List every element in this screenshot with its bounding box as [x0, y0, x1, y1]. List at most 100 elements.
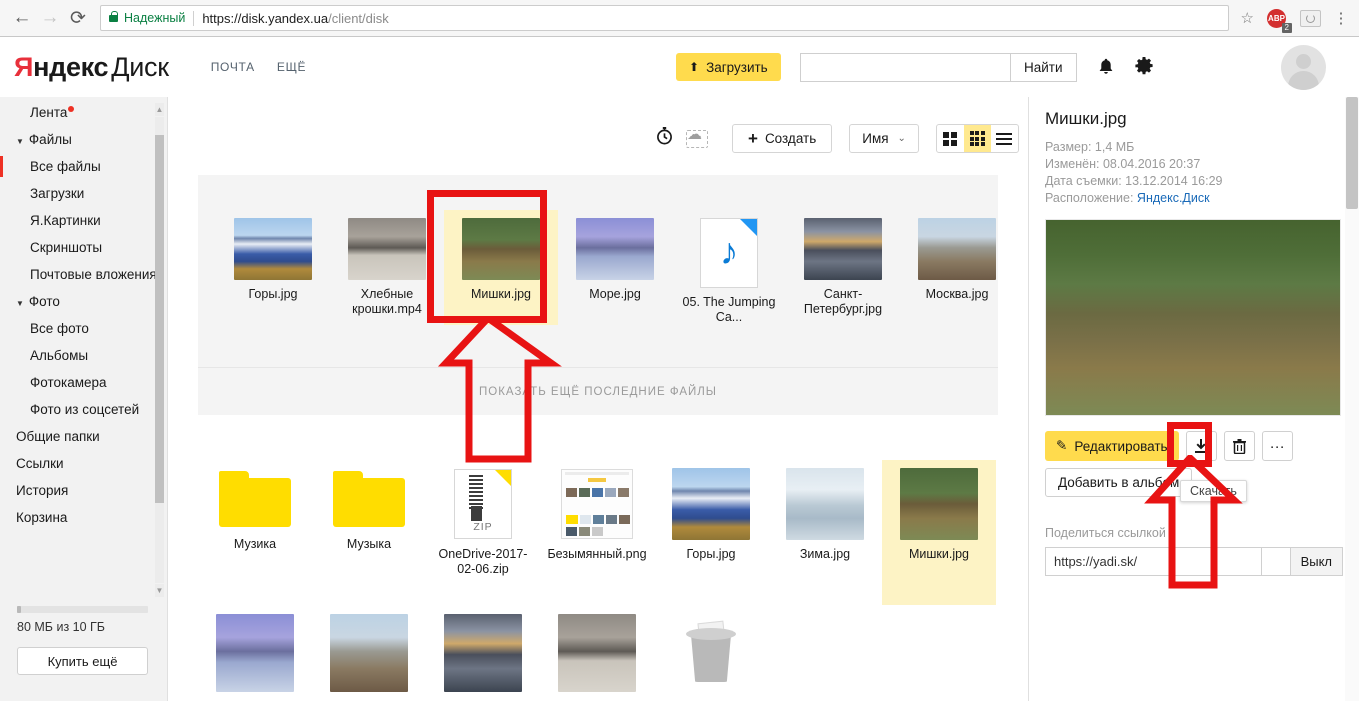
sidebar-item-trash[interactable]: Корзина: [0, 504, 167, 531]
thumbnail: [918, 218, 996, 280]
file-name: Хлебные крошки.mp4: [352, 287, 422, 316]
yandex-disk-logo[interactable]: Яндекс Диск: [14, 52, 169, 83]
sidebar-group-photo[interactable]: ▼ Фото: [0, 288, 167, 315]
scroll-up-arrow-icon[interactable]: ▲: [155, 103, 164, 116]
file-tile[interactable]: Безымянный.png: [540, 460, 654, 605]
view-list-button[interactable]: [991, 125, 1018, 152]
create-button[interactable]: + Создать: [732, 124, 833, 153]
files-row-3: [198, 605, 768, 693]
sidebar-item-camera[interactable]: Фотокамера: [0, 369, 167, 396]
file-name: OneDrive-2017-02-06.zip: [438, 547, 528, 576]
thumbnail: ♪: [690, 218, 768, 288]
file-tile[interactable]: ♪ 05. The Jumping Ca...: [672, 210, 786, 325]
file-tile[interactable]: Горы.jpg: [216, 210, 330, 325]
sidebar-item-all-photos[interactable]: Все фото: [0, 315, 167, 342]
image-mountains-icon: [672, 468, 750, 540]
search-input[interactable]: [800, 53, 1010, 82]
sidebar-item-downloads[interactable]: Загрузки: [0, 180, 167, 207]
detail-location-link[interactable]: Яндекс.Диск: [1137, 191, 1210, 205]
sidebar-item-all-files[interactable]: Все файлы: [0, 153, 167, 180]
more-actions-button[interactable]: ···: [1261, 431, 1293, 461]
nav-link-mail[interactable]: ПОЧТА: [211, 60, 255, 74]
share-off-button[interactable]: Выкл: [1290, 547, 1343, 576]
file-tile[interactable]: [312, 605, 426, 693]
sidebar-label-camera: Фотокамера: [30, 375, 107, 390]
file-preview-image[interactable]: [1045, 219, 1341, 416]
folder-icon: [219, 471, 291, 527]
file-tile[interactable]: ZIP OneDrive-2017-02-06.zip: [426, 460, 540, 605]
share-toggle-switch[interactable]: [1261, 547, 1291, 576]
share-link-label: Поделиться ссылкой: [1045, 526, 1166, 540]
share-link-input[interactable]: [1045, 547, 1262, 576]
file-name: Мишки.jpg: [908, 547, 970, 561]
nav-link-more[interactable]: ЕЩЁ: [277, 60, 306, 74]
file-tile[interactable]: Море.jpg: [558, 210, 672, 325]
sidebar-item-shared-folders[interactable]: Общие папки: [0, 423, 167, 450]
recent-timer-icon[interactable]: [655, 126, 674, 151]
sidebar-item-links[interactable]: Ссылки: [0, 450, 167, 477]
file-tile[interactable]: Москва.jpg: [900, 210, 1014, 325]
image-sea-icon: [576, 218, 654, 280]
settings-gear-icon[interactable]: [1135, 57, 1153, 81]
sidebar-scrollbar[interactable]: ▲ ▼: [155, 103, 164, 597]
cloud-upload-dashed-icon[interactable]: [686, 125, 708, 148]
address-bar[interactable]: Надежный https://disk.yandex.ua/client/d…: [100, 5, 1229, 31]
sidebar-item-mail-attachments[interactable]: Почтовые вложения: [0, 261, 167, 288]
file-tile[interactable]: [198, 605, 312, 693]
reload-icon[interactable]: ⟳: [64, 4, 92, 32]
sidebar-item-history[interactable]: История: [0, 477, 167, 504]
view-small-tiles-button[interactable]: [963, 125, 991, 152]
adblock-plus-icon[interactable]: ABP 2: [1267, 8, 1292, 33]
sidebar-item-albums[interactable]: Альбомы: [0, 342, 167, 369]
thumbnail: [558, 468, 636, 540]
scrollbar-thumb[interactable]: [155, 135, 164, 503]
main-scrollbar-thumb[interactable]: [1346, 97, 1358, 209]
main-scrollbar[interactable]: [1345, 97, 1359, 701]
notifications-bell-icon[interactable]: [1098, 58, 1114, 81]
sidebar-label-shared-folders: Общие папки: [16, 429, 100, 444]
file-tile[interactable]: Зима.jpg: [768, 460, 882, 605]
search-button[interactable]: Найти: [1010, 53, 1077, 82]
file-tile[interactable]: Санкт-Петербург.jpg: [786, 210, 900, 325]
sidebar-item-ya-pictures[interactable]: Я.Картинки: [0, 207, 167, 234]
thumbnail: [216, 468, 294, 530]
folder-tile[interactable]: Музыка: [312, 460, 426, 605]
extension-icon[interactable]: [1300, 9, 1321, 27]
sidebar-group-files[interactable]: ▼ Файлы: [0, 126, 167, 153]
file-tile[interactable]: [426, 605, 540, 693]
add-to-album-button[interactable]: Добавить в альбом: [1045, 468, 1193, 497]
detail-location: Расположение: Яндекс.Диск: [1045, 190, 1343, 207]
sidebar-item-screenshots[interactable]: Скриншоты: [0, 234, 167, 261]
upload-button[interactable]: ⬆ Загрузить: [676, 53, 781, 81]
file-tile-selected[interactable]: Мишки.jpg: [882, 460, 996, 605]
recent-files-row: Горы.jpg Хлебные крошки.mp4 Мишки.jpg Мо…: [216, 210, 1014, 325]
scroll-down-arrow-icon[interactable]: ▼: [155, 584, 164, 597]
sidebar-item-social-photos[interactable]: Фото из соцсетей: [0, 396, 167, 423]
sidebar-label-lenta: Лента: [30, 105, 68, 120]
file-name: Горы.jpg: [248, 287, 298, 301]
browser-menu-icon[interactable]: ⋮: [1331, 11, 1351, 26]
file-tile[interactable]: Хлебные крошки.mp4: [330, 210, 444, 325]
file-tile-selected[interactable]: Мишки.jpg: [444, 210, 558, 325]
back-icon[interactable]: ←: [8, 4, 36, 32]
show-more-recent-button[interactable]: Показать ещё последние файлы: [198, 367, 998, 415]
sort-dropdown[interactable]: Имя ⌄: [849, 124, 919, 153]
folder-name: Музика: [233, 537, 277, 551]
detail-metadata: Размер: 1,4 МБ Изменён: 08.04.2016 20:37…: [1045, 139, 1343, 207]
view-large-tiles-button[interactable]: [937, 125, 964, 152]
trash-tile[interactable]: [654, 605, 768, 693]
thumbnail: [804, 218, 882, 280]
sidebar-item-lenta[interactable]: Лента: [0, 97, 167, 126]
edit-button[interactable]: ✎ Редактировать: [1045, 431, 1179, 461]
delete-button[interactable]: [1223, 431, 1255, 461]
folder-tile[interactable]: Музика: [198, 460, 312, 605]
thumbnail: [900, 468, 978, 540]
forward-icon[interactable]: →: [36, 4, 64, 32]
file-tile[interactable]: [540, 605, 654, 693]
file-tile[interactable]: Горы.jpg: [654, 460, 768, 605]
buy-more-button[interactable]: Купить ещё: [17, 647, 148, 675]
download-button[interactable]: [1185, 431, 1217, 461]
user-avatar[interactable]: [1281, 45, 1326, 90]
sidebar-label-files: Файлы: [28, 132, 72, 147]
bookmark-star-icon[interactable]: ☆: [1237, 9, 1258, 27]
